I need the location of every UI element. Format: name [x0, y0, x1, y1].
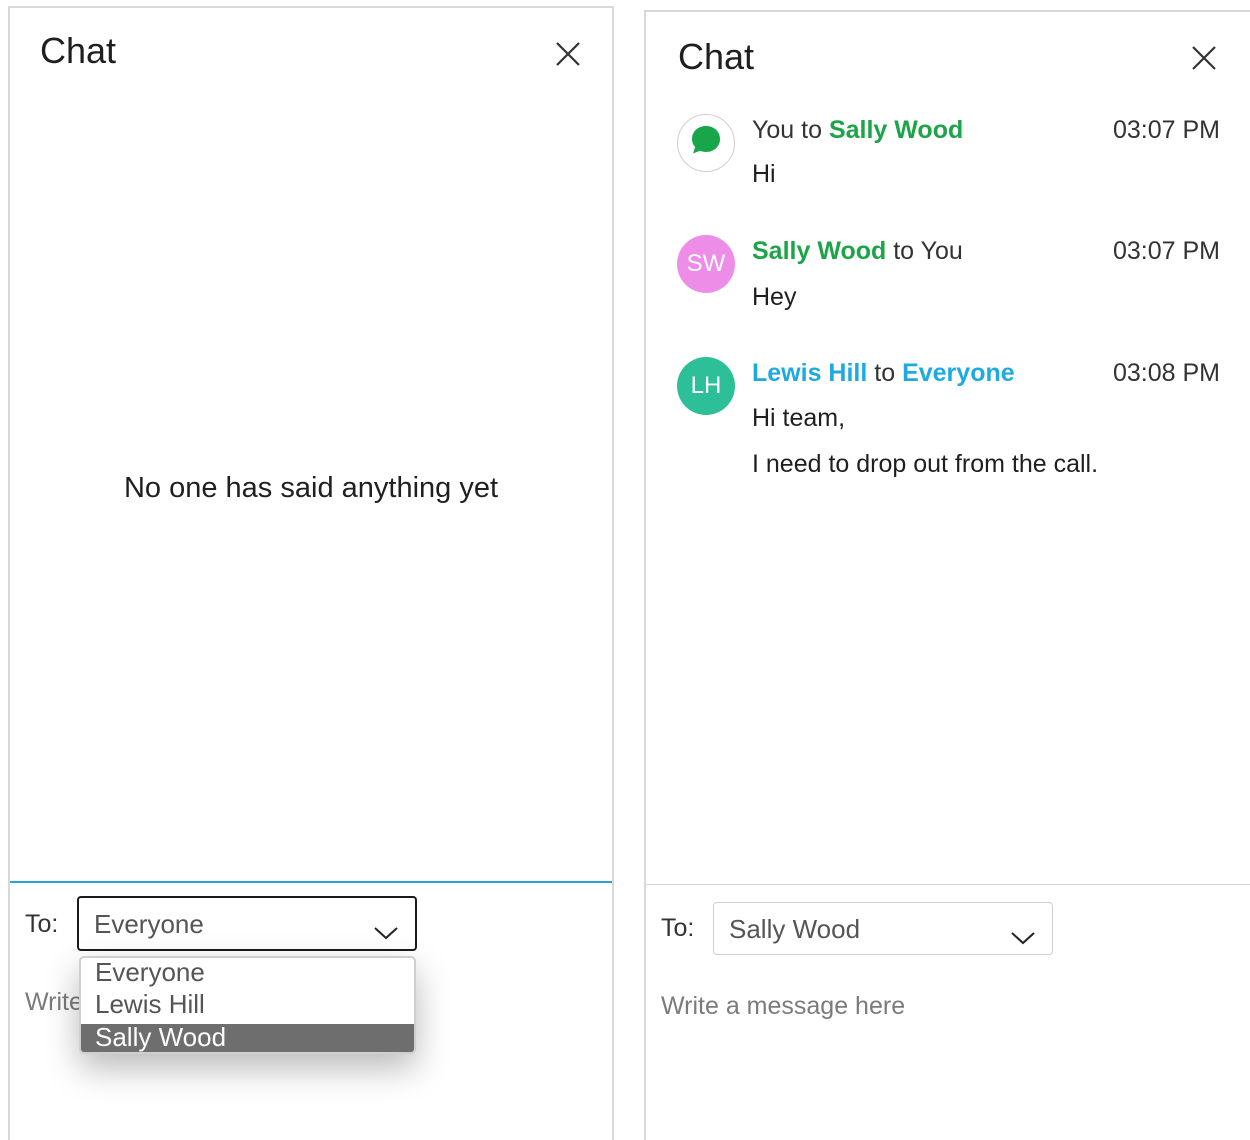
recipient-select[interactable]: Everyone: [77, 896, 417, 951]
dropdown-option-sally-wood[interactable]: Sally Wood: [81, 1024, 414, 1052]
message-timestamp: 03:07 PM: [1112, 237, 1220, 265]
message-header: You to Sally Wood: [752, 116, 963, 145]
close-icon[interactable]: [553, 39, 583, 69]
chevron-down-icon: [373, 917, 399, 948]
message-timestamp: 03:07 PM: [1112, 116, 1220, 144]
to-label: To:: [25, 910, 59, 938]
chat-panel-conversation: Chat You to Sally Wood 03:07 PM Hi SW Sa…: [644, 10, 1250, 1140]
chat-message: You to Sally Wood 03:07 PM Hi: [646, 108, 1250, 218]
divider: [646, 884, 1250, 885]
to-label: To:: [661, 914, 695, 942]
chat-title: Chat: [678, 36, 755, 77]
divider: [10, 881, 612, 883]
dropdown-option-everyone[interactable]: Everyone: [81, 958, 414, 988]
sender-name[interactable]: Sally Wood: [752, 237, 886, 265]
message-header: Lewis Hill to Everyone: [752, 359, 1015, 388]
recipient-select[interactable]: Sally Wood: [713, 902, 1053, 955]
message-input[interactable]: Write a message here: [661, 992, 905, 1021]
sender-name[interactable]: Lewis Hill: [752, 359, 867, 387]
message-text: I need to drop out from the call.: [752, 450, 1099, 478]
recipient-select-value: Everyone: [94, 909, 204, 939]
close-icon[interactable]: [1189, 43, 1219, 73]
chat-message: SW Sally Wood to You 03:07 PM Hey: [646, 229, 1250, 339]
joiner-text: to: [874, 359, 896, 387]
recipient-name[interactable]: Sally Wood: [829, 116, 963, 144]
avatar: LH: [677, 357, 735, 415]
message-header: Sally Wood to You: [752, 237, 963, 266]
dropdown-option-lewis-hill[interactable]: Lewis Hill: [81, 989, 414, 1023]
joiner-text: to: [801, 116, 822, 144]
message-text: Hey: [752, 283, 797, 311]
chat-message: LH Lewis Hill to Everyone 03:08 PM Hi te…: [646, 351, 1250, 491]
sender-name: You: [752, 116, 795, 144]
recipient-name: You: [920, 237, 963, 265]
recipient-name[interactable]: Everyone: [902, 359, 1015, 387]
message-input-placeholder[interactable]: Write: [25, 988, 83, 1017]
chat-bubble-icon: [689, 123, 723, 164]
message-timestamp: 03:08 PM: [1112, 359, 1220, 387]
joiner-text: to: [893, 237, 915, 265]
message-text: Hi team,: [752, 404, 846, 432]
chat-panel-empty: Chat No one has said anything yet To: Ev…: [8, 6, 614, 1140]
avatar: [677, 114, 735, 172]
empty-state-message: No one has said anything yet: [123, 472, 499, 504]
chat-title: Chat: [40, 30, 117, 71]
message-text: Hi: [752, 160, 776, 188]
recipient-dropdown-list: Everyone Lewis Hill Sally Wood: [79, 956, 416, 1054]
chevron-down-icon: [1010, 922, 1036, 953]
avatar: SW: [677, 235, 735, 293]
recipient-select-value: Sally Wood: [729, 914, 861, 944]
